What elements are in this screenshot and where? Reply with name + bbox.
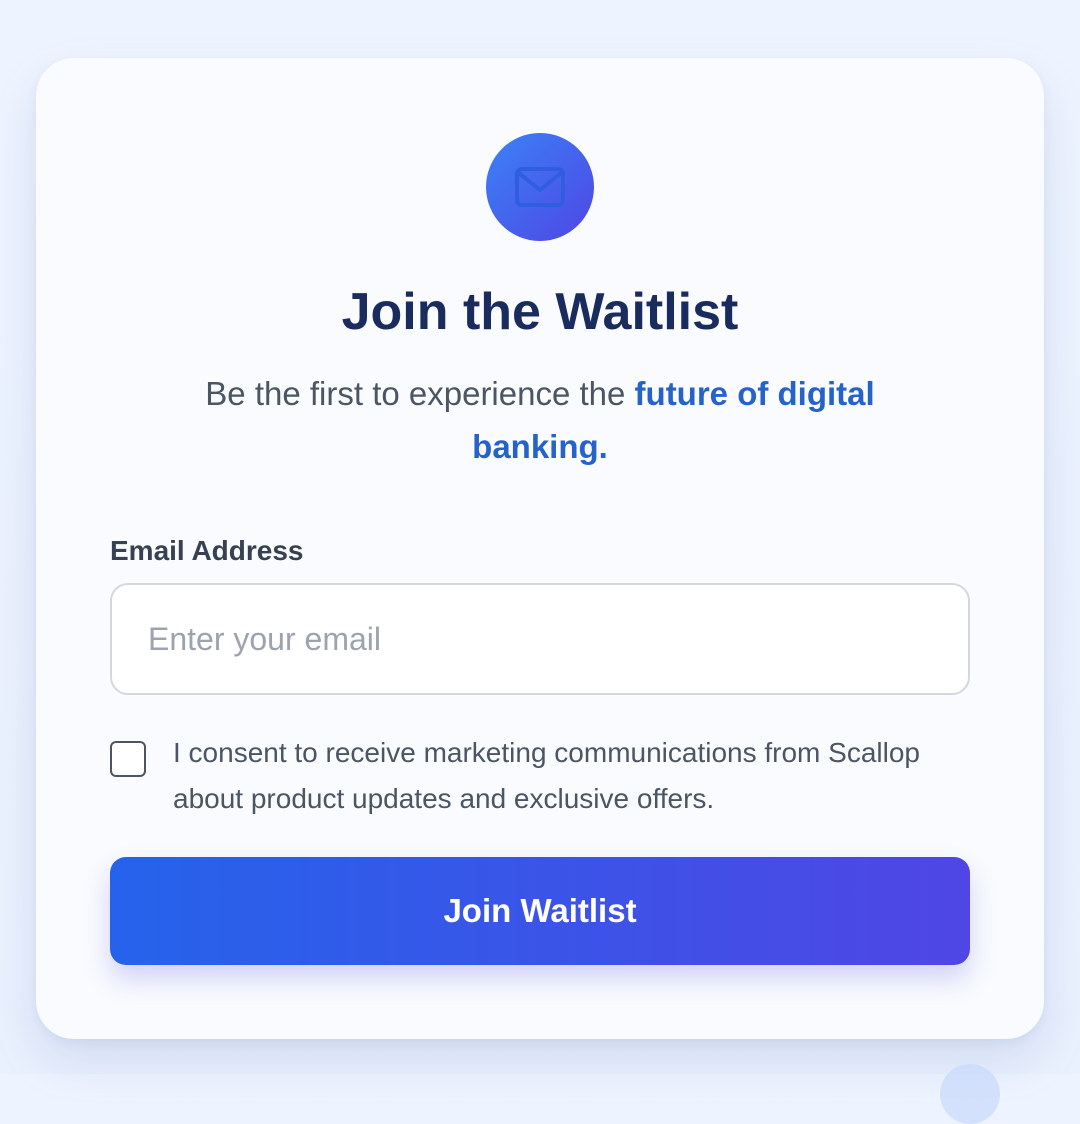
email-input[interactable] — [110, 583, 970, 695]
consent-label: I consent to receive marketing communica… — [173, 737, 920, 814]
envelope-icon — [515, 167, 565, 207]
subtitle: Be the first to experience the future of… — [166, 367, 914, 473]
decorative-circle — [940, 1064, 1000, 1124]
waitlist-card: Join the Waitlist Be the first to experi… — [36, 58, 1044, 1039]
join-waitlist-button[interactable]: Join Waitlist — [110, 857, 970, 965]
subtitle-text: Be the first to experience the — [205, 375, 635, 412]
email-label: Email Address — [110, 535, 304, 566]
page-title: Join the Waitlist — [341, 283, 739, 341]
consent-checkbox[interactable] — [110, 741, 146, 777]
envelope-icon-badge — [486, 133, 594, 241]
